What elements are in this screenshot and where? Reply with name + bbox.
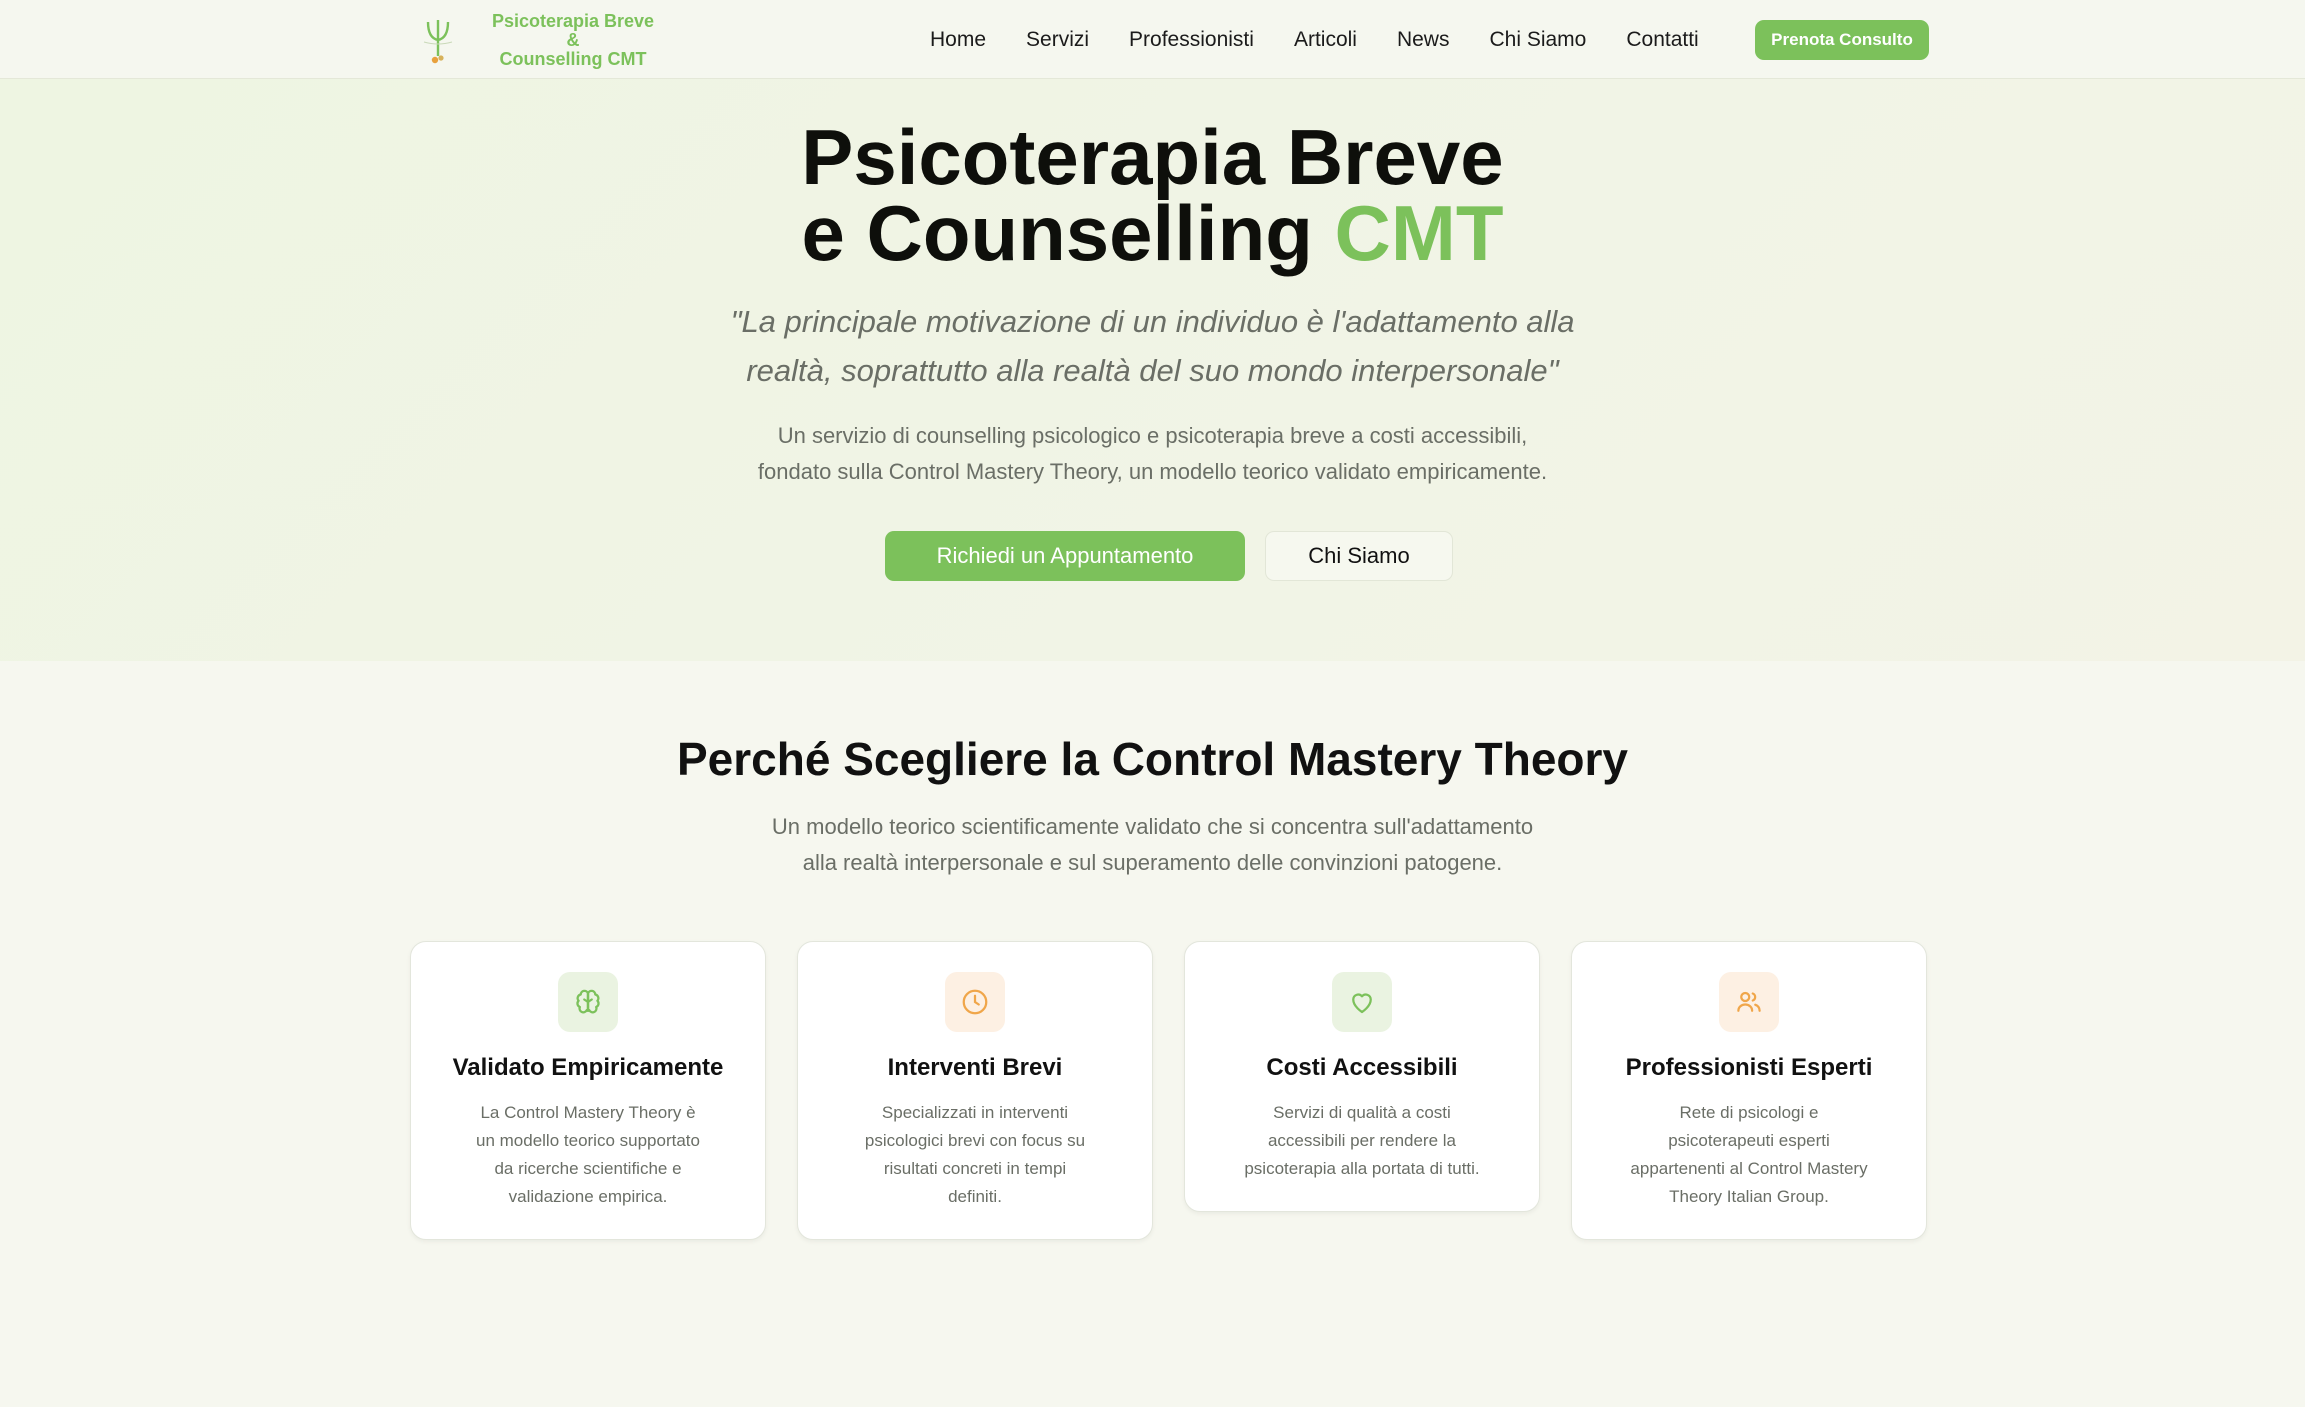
features-title: Perché Scegliere la Control Mastery Theo… xyxy=(676,733,1629,785)
nav-articoli[interactable]: Articoli xyxy=(1294,28,1357,52)
brand-name: Psicoterapia Breve & Counselling CMT xyxy=(488,10,658,69)
main-nav: Home Servizi Professionisti Articoli New… xyxy=(930,0,1739,79)
brain-icon xyxy=(558,972,618,1032)
card-title: Costi Accessibili xyxy=(1266,1054,1458,1081)
features-sub-line-1: Un modello teorico scientificamente vali… xyxy=(771,814,1534,839)
logo-icon xyxy=(410,12,466,68)
nav-contatti[interactable]: Contatti xyxy=(1626,28,1698,52)
hero-section: Psicoterapia Breve e Counselling CMT "La… xyxy=(0,79,2305,661)
feature-card-validated: Validato Empiricamente La Control Master… xyxy=(410,941,766,1240)
brand-line-2: & xyxy=(566,29,580,50)
about-us-button[interactable]: Chi Siamo xyxy=(1265,531,1453,581)
hero-title-line-2: e Counselling xyxy=(801,189,1313,277)
hero-quote: "La principale motivazione di un individ… xyxy=(0,297,2305,395)
card-title: Validato Empiricamente xyxy=(452,1054,724,1081)
feature-card-brief: Interventi Brevi Specializzati in interv… xyxy=(797,941,1153,1240)
nav-chi-siamo[interactable]: Chi Siamo xyxy=(1489,28,1586,52)
book-consultation-button[interactable]: Prenota Consulto xyxy=(1755,20,1929,60)
hero-desc-line-1: Un servizio di counselling psicologico e… xyxy=(777,423,1528,448)
nav-professionisti[interactable]: Professionisti xyxy=(1129,28,1254,52)
nav-news[interactable]: News xyxy=(1397,28,1450,52)
features-subtitle: Un modello teorico scientificamente vali… xyxy=(0,809,2305,881)
card-text: Servizi di qualità a costi accessibili p… xyxy=(1244,1103,1480,1178)
site-header: Psicoterapia Breve & Counselling CMT Hom… xyxy=(0,0,2305,79)
brand-line-1: Psicoterapia Breve xyxy=(491,10,655,31)
request-appointment-button[interactable]: Richiedi un Appuntamento xyxy=(885,531,1245,581)
hero-quote-line-1: "La principale motivazione di un individ… xyxy=(730,304,1575,339)
feature-card-affordable: Costi Accessibili Servizi di qualità a c… xyxy=(1184,941,1540,1212)
nav-servizi[interactable]: Servizi xyxy=(1026,28,1089,52)
nav-home[interactable]: Home xyxy=(930,28,986,52)
brand-logo[interactable]: Psicoterapia Breve & Counselling CMT xyxy=(410,8,658,72)
hero-title: Psicoterapia Breve e Counselling CMT xyxy=(0,118,2305,272)
hero-title-line-1: Psicoterapia Breve xyxy=(801,113,1504,201)
users-icon xyxy=(1719,972,1779,1032)
hero-desc-line-2: fondato sulla Control Mastery Theory, un… xyxy=(757,459,1548,484)
features-sub-line-2: alla realtà interpersonale e sul superam… xyxy=(802,850,1503,875)
card-text: Rete di psicologi e psicoterapeuti esper… xyxy=(1630,1103,1868,1206)
card-title: Interventi Brevi xyxy=(887,1054,1063,1081)
clock-icon xyxy=(945,972,1005,1032)
hero-description: Un servizio di counselling psicologico e… xyxy=(0,418,2305,490)
heart-icon xyxy=(1332,972,1392,1032)
hero-title-accent: CMT xyxy=(1334,189,1504,277)
brand-line-3: Counselling CMT xyxy=(499,48,647,69)
card-title: Professionisti Esperti xyxy=(1625,1054,1873,1081)
feature-card-experts: Professionisti Esperti Rete di psicologi… xyxy=(1571,941,1927,1240)
card-text: La Control Mastery Theory è un modello t… xyxy=(476,1103,700,1206)
card-text: Specializzati in interventi psicologici … xyxy=(864,1103,1086,1206)
hero-quote-line-2: realtà, soprattutto alla realtà del suo … xyxy=(746,353,1559,388)
